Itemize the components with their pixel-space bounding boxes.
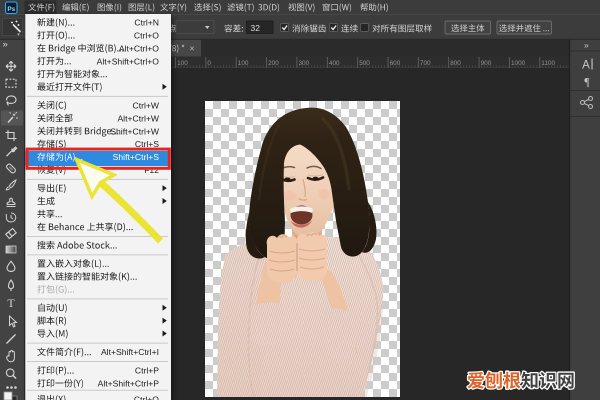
svg-text:Alt+Ctrl+O: Alt+Ctrl+O — [119, 43, 159, 53]
svg-text:Alt+Ctrl+W: Alt+Ctrl+W — [117, 113, 159, 123]
svg-text:Ctrl+N: Ctrl+N — [134, 18, 159, 28]
svg-text:Ctrl+P: Ctrl+P — [135, 366, 159, 376]
svg-text:Shift+Ctrl+W: Shift+Ctrl+W — [110, 126, 160, 136]
svg-text:Alt+Shift+Ctrl+P: Alt+Shift+Ctrl+P — [98, 379, 160, 389]
svg-text:Alt+Shift+Ctrl+I: Alt+Shift+Ctrl+I — [101, 347, 159, 357]
svg-text:Ctrl+O: Ctrl+O — [134, 31, 159, 41]
svg-text:F12: F12 — [144, 165, 159, 175]
svg-text:Ctrl+W: Ctrl+W — [133, 101, 160, 111]
svg-text:Ctrl+Q: Ctrl+Q — [134, 395, 159, 400]
svg-text:Alt+Shift+Ctrl+O: Alt+Shift+Ctrl+O — [97, 56, 160, 66]
svg-text:Shift+Ctrl+S: Shift+Ctrl+S — [113, 152, 160, 162]
